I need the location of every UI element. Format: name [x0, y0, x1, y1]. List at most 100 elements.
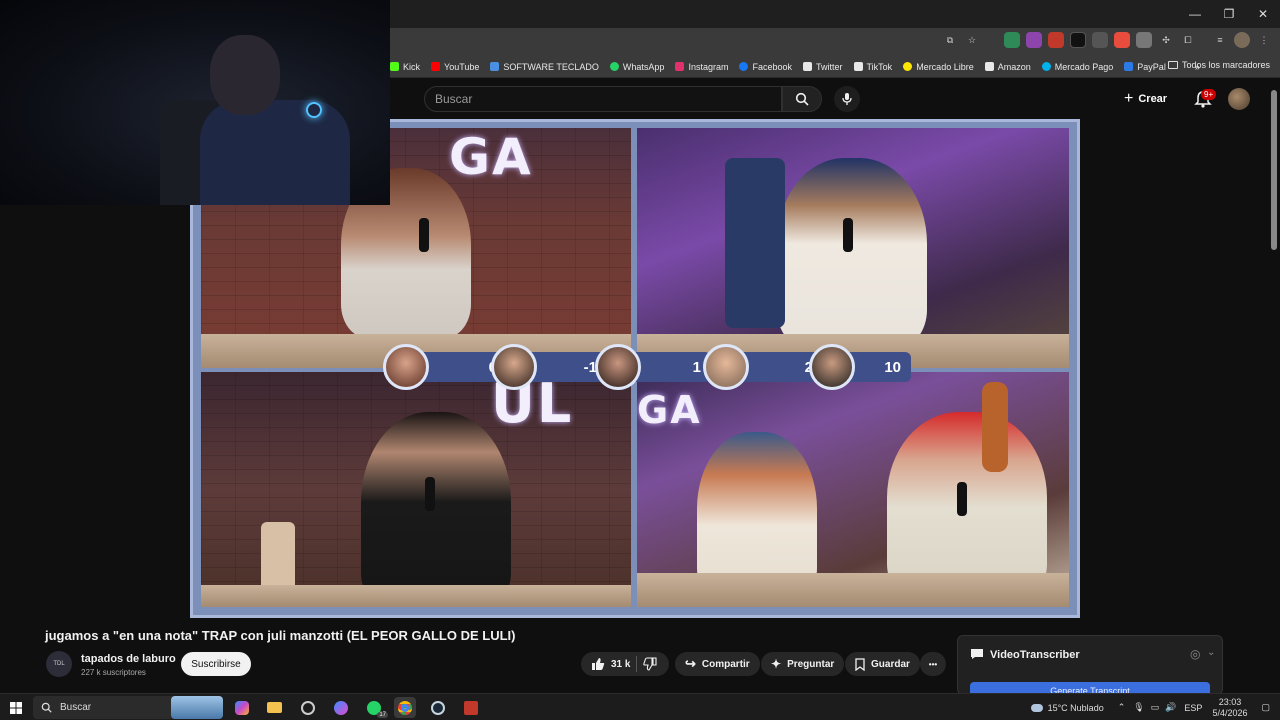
profile-icon[interactable]	[1234, 32, 1250, 48]
notification-center-icon[interactable]: ▢	[1261, 702, 1270, 713]
youtube-icon	[431, 62, 441, 71]
settings-icon[interactable]: ◎	[1190, 647, 1200, 661]
start-button[interactable]	[5, 697, 27, 718]
chevron-down-icon[interactable]: ⌄	[1207, 647, 1215, 658]
guest-man-cap	[777, 158, 927, 348]
bookmark-instagram[interactable]: Instagram	[675, 62, 728, 72]
score-value: 10	[884, 358, 901, 376]
windows-taskbar: Buscar 17 15°C Nublado ⌃ 🎙 ▭ 🔊 ESP 23:03…	[0, 693, 1280, 720]
taskbar-chrome[interactable]	[394, 697, 416, 718]
microphone-icon[interactable]: 🎙	[1133, 702, 1144, 713]
microphone-prop	[843, 218, 853, 252]
extension-red2-icon[interactable]	[1114, 32, 1130, 48]
taskbar-messenger[interactable]	[330, 697, 352, 718]
tray-overflow-icon[interactable]: ⌃	[1118, 702, 1126, 713]
install-app-icon[interactable]: ⧉	[942, 32, 958, 48]
bookmark-label: SOFTWARE TECLADO	[503, 61, 599, 72]
streamer-head	[210, 35, 280, 115]
bookmark-label: PayPal	[1137, 61, 1166, 72]
facebook-icon	[739, 62, 749, 71]
like-count[interactable]: 31 k	[611, 659, 630, 670]
system-tray: 15°C Nublado ⌃ 🎙 ▭ 🔊 ESP 23:03 5/4/2026 …	[1030, 694, 1280, 720]
thumbs-up-icon[interactable]	[591, 657, 605, 671]
keyboard-icon	[490, 62, 500, 71]
bookmark-paypal[interactable]: PayPal	[1124, 62, 1166, 72]
channel-name[interactable]: tapados de laburo	[81, 653, 176, 665]
ask-button[interactable]: ✦ Preguntar	[761, 652, 845, 676]
bookmark-youtube[interactable]: YouTube	[431, 62, 479, 72]
bookmark-mercado-pago[interactable]: Mercado Pago	[1041, 62, 1113, 72]
show-logo-top: GA	[449, 128, 533, 186]
search-button[interactable]	[782, 86, 822, 112]
tumbler-prop	[261, 522, 295, 592]
subscribe-label: Suscribirse	[191, 658, 241, 670]
taskbar-whatsapp[interactable]: 17	[363, 697, 388, 718]
paypal-icon	[1124, 62, 1134, 71]
channel-avatar[interactable]: TDL	[46, 651, 72, 677]
bookmark-software-teclado[interactable]: SOFTWARE TECLADO	[490, 62, 599, 72]
bookmark-star-icon[interactable]: ☆	[964, 32, 980, 48]
thumbs-down-icon[interactable]	[643, 657, 658, 671]
bookmark-label: Twitter	[816, 61, 843, 72]
volume-icon[interactable]: 🔊	[1165, 702, 1176, 713]
bookmark-amazon[interactable]: Amazon	[984, 62, 1031, 72]
tab-search-icon[interactable]: ≡	[1212, 32, 1228, 48]
restore-button[interactable]: ❐	[1212, 0, 1246, 28]
plus-icon: +	[1124, 90, 1134, 107]
extension-silver-icon[interactable]	[1136, 32, 1152, 48]
bookmark-whatsapp[interactable]: WhatsApp	[609, 62, 664, 72]
bookmark-mercado-libre[interactable]: Mercado Libre	[903, 62, 974, 72]
sparkle-icon: ✦	[771, 657, 782, 671]
search-input[interactable]: Buscar	[424, 86, 782, 112]
close-button[interactable]: ✕	[1246, 0, 1280, 28]
network-icon[interactable]: ▭	[1151, 702, 1160, 713]
search-icon	[41, 702, 52, 713]
show-logo-right: GA	[637, 388, 702, 432]
voice-search-button[interactable]	[834, 86, 860, 112]
extension-red-icon[interactable]	[1048, 32, 1064, 48]
desk	[201, 585, 631, 607]
taskbar-steam[interactable]	[427, 697, 449, 718]
bookmark-facebook[interactable]: Facebook	[739, 62, 792, 72]
extension-puzzle-icon[interactable]: ✣	[1158, 32, 1174, 48]
tiktok-icon	[853, 62, 863, 71]
video-title: jugamos a "en una nota" TRAP con juli ma…	[45, 628, 516, 643]
page-scrollbar[interactable]	[1271, 90, 1277, 250]
create-button[interactable]: + Crear	[1124, 87, 1167, 111]
taskbar-file-explorer[interactable]	[263, 697, 285, 718]
extension-dark-icon[interactable]	[1070, 32, 1086, 48]
all-bookmarks-button[interactable]: Todos los marcadores	[1167, 60, 1270, 70]
more-dots-icon: •••	[928, 659, 938, 669]
ask-label: Preguntar	[787, 658, 835, 670]
share-button[interactable]: ↪ Compartir	[675, 652, 760, 676]
clock-time: 23:03	[1218, 696, 1242, 707]
guitar-prop	[982, 382, 1008, 472]
more-actions-button[interactable]: •••	[920, 652, 946, 676]
video-panel-bottom-left: UL	[201, 372, 631, 607]
bookmark-twitter[interactable]: Twitter	[803, 62, 843, 72]
taskbar-app-red[interactable]	[460, 697, 482, 718]
subscribe-button[interactable]: Suscribirse	[181, 652, 251, 676]
taskbar-app-3[interactable]	[297, 697, 319, 718]
taskbar-copilot[interactable]	[231, 697, 253, 718]
folder-icon	[266, 702, 282, 713]
chrome-menu-icon[interactable]: ⋮	[1256, 32, 1272, 48]
account-avatar[interactable]	[1228, 88, 1250, 110]
save-button[interactable]: Guardar	[845, 652, 920, 676]
extension-purple-icon[interactable]	[1026, 32, 1042, 48]
bookmark-tiktok[interactable]: TikTok	[853, 62, 892, 72]
language-indicator[interactable]: ESP	[1184, 703, 1202, 713]
notifications-badge: 9+	[1201, 89, 1217, 100]
bookmark-kick[interactable]: Kick	[390, 62, 420, 72]
extension-green-icon[interactable]	[1004, 32, 1020, 48]
taskbar-search[interactable]: Buscar	[33, 696, 223, 719]
create-label: Crear	[1138, 93, 1168, 105]
extensions-area: ⧉ ☆ ✣ ⧠ ≡ ⋮	[942, 32, 1272, 48]
minimize-button[interactable]: —	[1178, 0, 1212, 28]
extension-gray-icon[interactable]	[1092, 32, 1108, 48]
weather-text[interactable]: 15°C Nublado	[1048, 703, 1104, 713]
search-icon	[795, 92, 809, 106]
clock[interactable]: 23:03 5/4/2026	[1212, 697, 1247, 719]
puzzle-icon[interactable]: ⧠	[1180, 32, 1196, 48]
video-panel-bottom-right: GA	[637, 372, 1069, 607]
